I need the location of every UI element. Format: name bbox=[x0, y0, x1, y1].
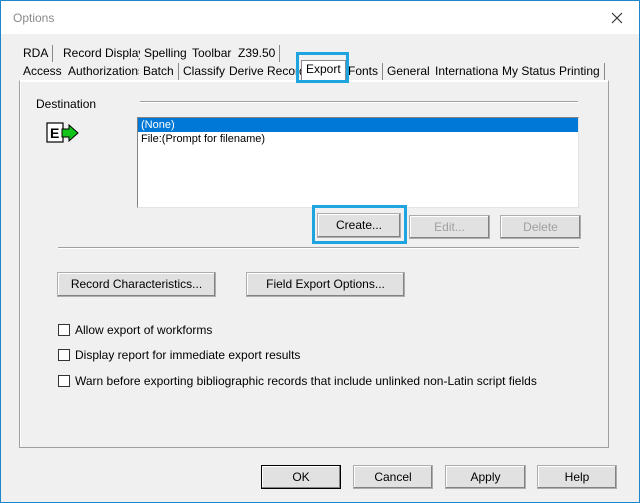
delete-button[interactable]: Delete bbox=[500, 215, 581, 239]
tab-toolbar[interactable]: Toolbar bbox=[188, 45, 237, 62]
tab-rda[interactable]: RDA bbox=[19, 45, 54, 62]
destination-listbox[interactable]: (None) File:(Prompt for filename) bbox=[137, 117, 579, 208]
tab-my-status[interactable]: My Status bbox=[498, 63, 561, 80]
tab-export[interactable]: Export bbox=[301, 60, 346, 80]
tab-label: Z39.50 bbox=[238, 46, 276, 60]
tab-label: Spelling bbox=[144, 46, 187, 60]
tab-label: Classify bbox=[183, 64, 226, 78]
tab-label: Record Display bbox=[63, 46, 145, 60]
display-report-checkbox[interactable]: Display report for immediate export resu… bbox=[58, 348, 300, 362]
checkbox-label: Warn before exporting bibliographic reco… bbox=[75, 374, 537, 388]
tab-international[interactable]: International bbox=[431, 63, 507, 80]
tab-label: Access bbox=[23, 64, 62, 78]
list-item[interactable]: (None) bbox=[138, 118, 578, 132]
tab-label: My Status bbox=[502, 64, 556, 78]
cancel-button[interactable]: Cancel bbox=[353, 465, 433, 489]
help-button[interactable]: Help bbox=[537, 465, 617, 489]
ok-button[interactable]: OK bbox=[261, 465, 341, 489]
create-button[interactable]: Create... bbox=[317, 213, 401, 238]
edit-button[interactable]: Edit... bbox=[409, 215, 490, 239]
checkbox-box[interactable] bbox=[58, 375, 70, 387]
tab-record-display[interactable]: Record Display bbox=[59, 45, 150, 62]
close-button[interactable] bbox=[595, 1, 639, 34]
list-item[interactable]: File:(Prompt for filename) bbox=[138, 132, 578, 146]
tab-label: Batch bbox=[143, 64, 174, 78]
tab-fonts[interactable]: Fonts bbox=[344, 63, 384, 80]
title-bar: Options bbox=[1, 1, 639, 34]
tab-label: Toolbar bbox=[192, 46, 232, 60]
checkbox-label: Display report for immediate export resu… bbox=[75, 348, 301, 362]
tab-classify[interactable]: Classify bbox=[179, 63, 231, 80]
tab-authorizations[interactable]: Authorizations bbox=[64, 63, 150, 80]
tab-printing[interactable]: Printing bbox=[555, 63, 605, 80]
checkbox-box[interactable] bbox=[58, 324, 70, 336]
tab-access[interactable]: Access bbox=[19, 63, 67, 80]
tab-z3950[interactable]: Z39.50 bbox=[234, 45, 281, 62]
tab-label: Printing bbox=[559, 64, 600, 78]
apply-button[interactable]: Apply bbox=[445, 465, 526, 489]
divider bbox=[58, 247, 579, 249]
tab-general[interactable]: General bbox=[383, 63, 435, 80]
tab-spelling[interactable]: Spelling bbox=[140, 45, 192, 62]
window-title: Options bbox=[13, 11, 55, 25]
options-dialog: Options RDA Record Display Spelling Tool… bbox=[0, 0, 640, 503]
warn-before-exporting-checkbox[interactable]: Warn before exporting bibliographic reco… bbox=[58, 374, 537, 388]
tab-label: General bbox=[387, 64, 430, 78]
tab-derive-record[interactable]: Derive Record bbox=[225, 63, 311, 80]
destination-label: Destination bbox=[36, 97, 97, 111]
tab-label: Export bbox=[306, 62, 341, 76]
tab-label: RDA bbox=[23, 46, 49, 60]
checkbox-box[interactable] bbox=[58, 349, 70, 361]
allow-export-workforms-checkbox[interactable]: Allow export of workforms bbox=[58, 323, 212, 337]
tab-label: Fonts bbox=[348, 64, 379, 78]
checkbox-label: Allow export of workforms bbox=[75, 323, 213, 337]
tab-batch[interactable]: Batch bbox=[139, 63, 179, 80]
export-icon: E bbox=[46, 122, 79, 143]
export-icon-letter: E bbox=[50, 125, 59, 141]
tab-label: Authorizations bbox=[68, 64, 145, 78]
tab-label: Derive Record bbox=[229, 64, 306, 78]
divider bbox=[140, 101, 578, 103]
field-export-options-button[interactable]: Field Export Options... bbox=[246, 272, 405, 297]
tab-label: International bbox=[435, 64, 502, 78]
close-icon bbox=[611, 12, 623, 23]
record-characteristics-button[interactable]: Record Characteristics... bbox=[57, 272, 216, 297]
